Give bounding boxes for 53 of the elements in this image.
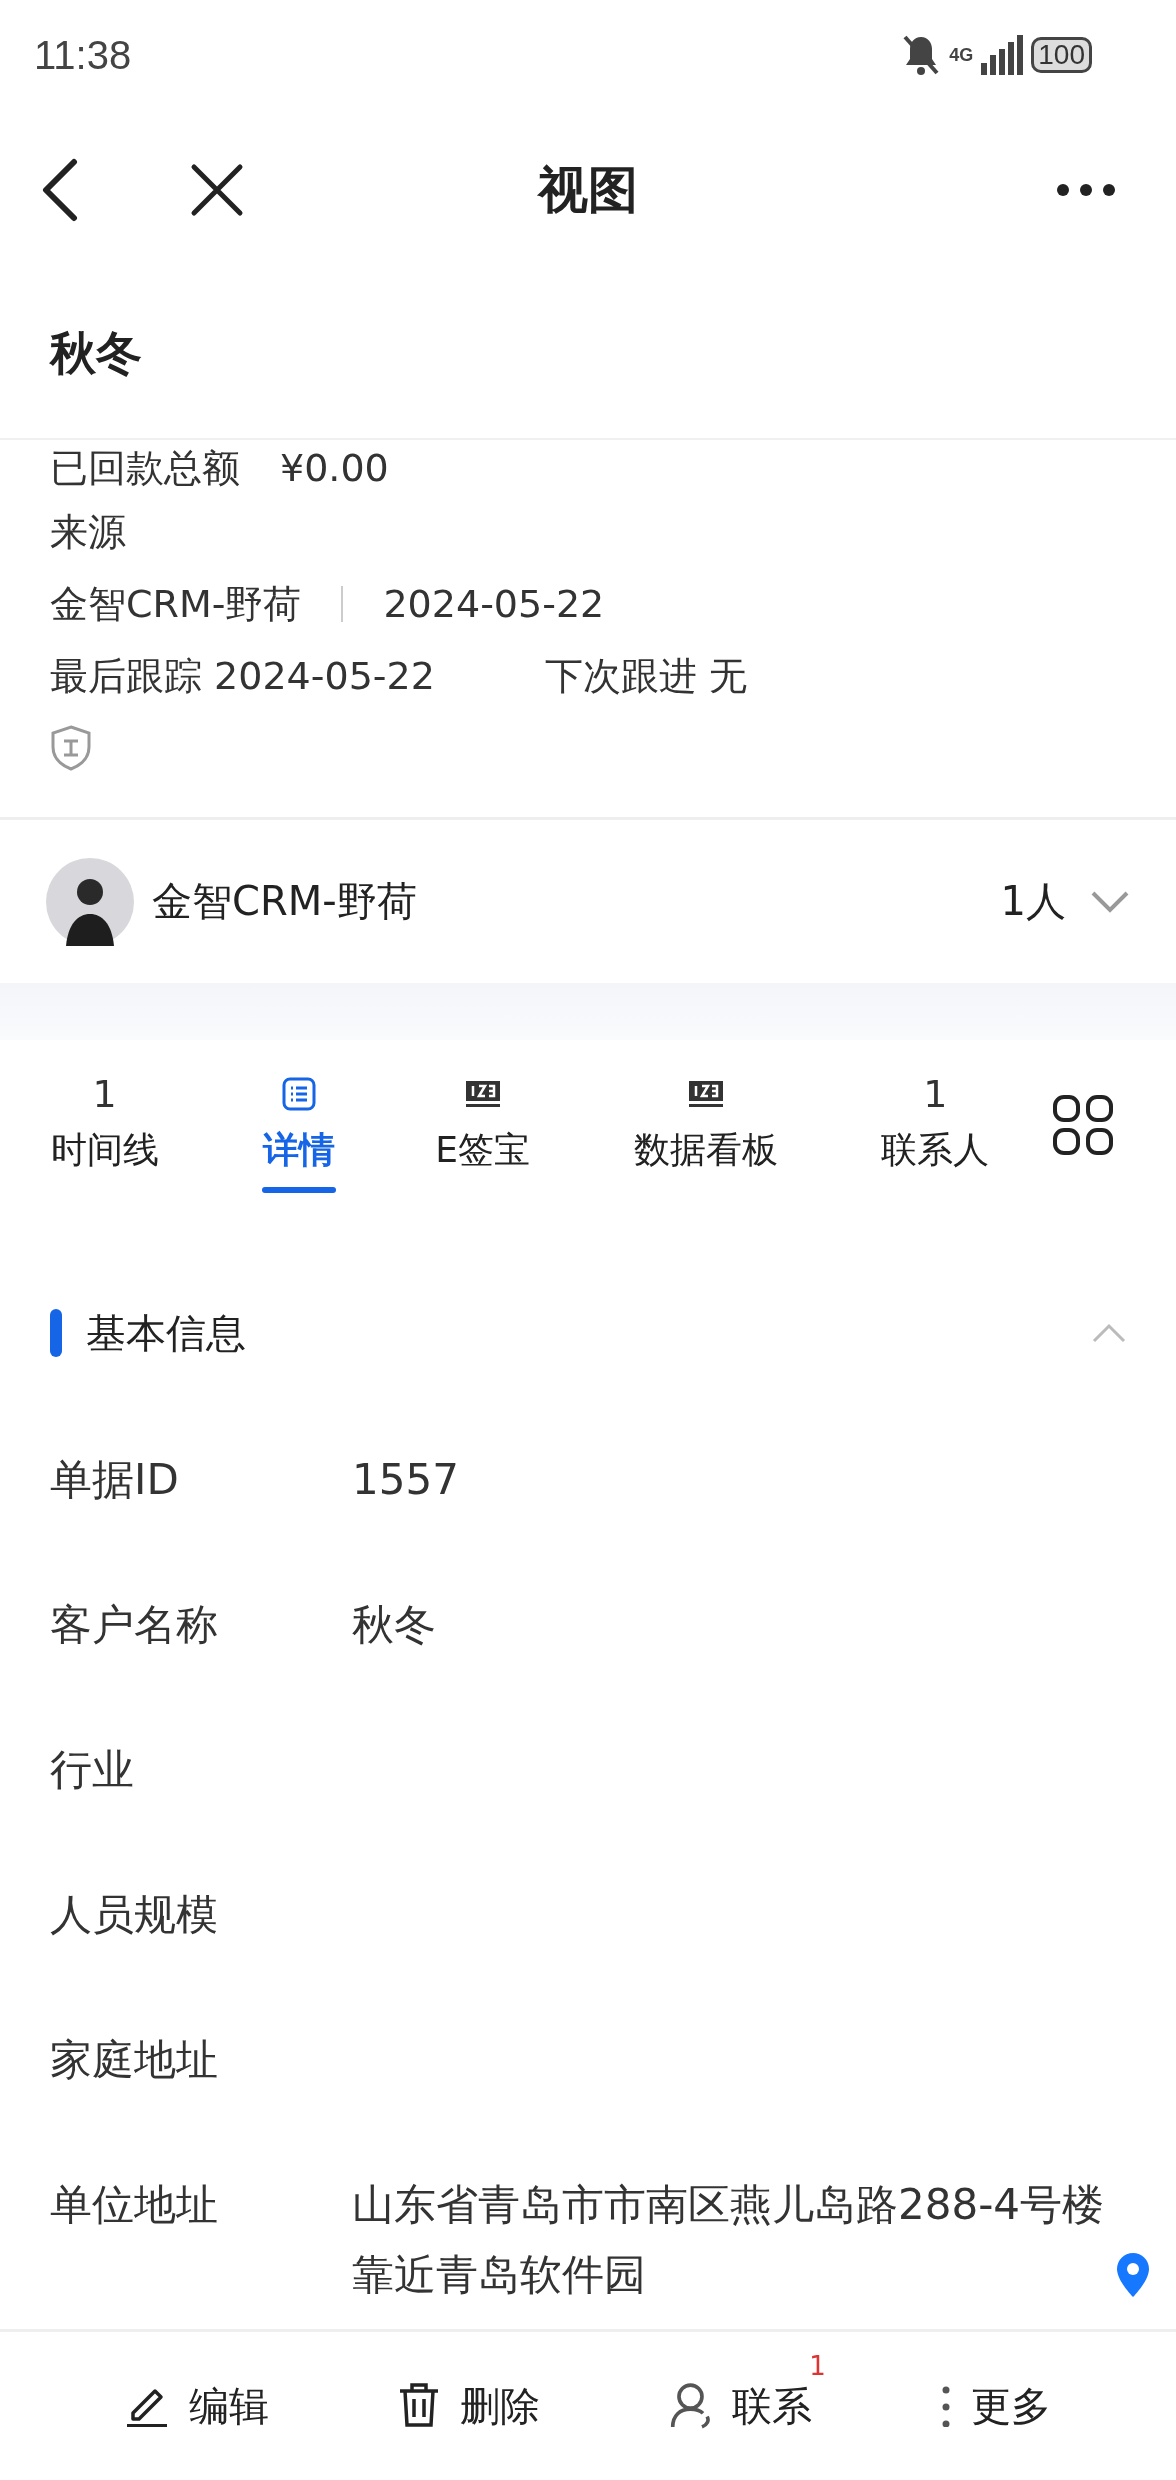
action-button[interactable]: 编辑	[124, 2378, 269, 2434]
field-value: 山东省青岛市市南区燕儿岛路288-4号楼靠近青岛软件园	[352, 2179, 1106, 2301]
more-icon	[1056, 183, 1116, 197]
board-icon	[688, 1080, 725, 1108]
network-label: 4G	[949, 46, 974, 64]
chevron-icon	[1092, 1323, 1126, 1343]
next-follow-up: 下次跟进 无	[544, 652, 747, 700]
notification-count: 1	[809, 2350, 826, 2381]
list-icon	[281, 1077, 316, 1111]
tab-count: 1	[92, 1072, 117, 1116]
tab[interactable]: 1 联系人	[880, 1040, 990, 1210]
owner-name: 金智CRM-野荷	[152, 877, 418, 926]
record-title: 秋冬	[50, 325, 142, 382]
trash-icon	[398, 2383, 441, 2429]
field-value: 1557	[352, 1454, 459, 1506]
location-pin-icon[interactable]	[1116, 2252, 1150, 2298]
field-label: 行业	[50, 1744, 135, 1796]
more-button[interactable]	[1056, 183, 1116, 197]
tab-count: 1	[923, 1072, 948, 1116]
field-label: 家庭地址	[50, 2034, 219, 2086]
field-label: 单据ID	[50, 1454, 180, 1506]
shield-icon	[50, 725, 92, 771]
section-title: 基本信息	[86, 1308, 247, 1358]
close-icon	[190, 163, 244, 217]
tab[interactable]: 数据看板	[607, 1040, 806, 1210]
source-date: 2024-05-22	[383, 582, 605, 626]
tab[interactable]: E签宝	[408, 1040, 558, 1210]
source-owner: 金智CRM-野荷	[50, 580, 302, 628]
battery-level: 100	[1031, 37, 1092, 73]
field-label: 单位地址	[50, 2179, 219, 2231]
last-follow-up: 最后跟踪 2024-05-22	[50, 652, 435, 700]
action-button[interactable]: 更多	[941, 2378, 1052, 2434]
member-count-button[interactable]: 1人	[1000, 874, 1130, 929]
back-icon	[40, 158, 80, 222]
page-title: 视图	[538, 160, 638, 219]
field-label: 客户名称	[50, 1599, 219, 1651]
section-marker	[50, 1309, 62, 1357]
tab[interactable]: 1 时间线	[30, 1040, 179, 1210]
field-label: 来源	[50, 508, 126, 556]
tab[interactable]: 详情	[224, 1040, 374, 1210]
field-value: ¥0.00	[280, 446, 389, 490]
action-button[interactable]: 删除	[398, 2378, 541, 2434]
close-button[interactable]	[190, 163, 244, 217]
field-value: 秋冬	[352, 1599, 436, 1651]
back-button[interactable]	[40, 158, 80, 222]
field-label: 人员规模	[50, 1889, 219, 1941]
field-label: 已回款总额	[50, 444, 240, 492]
more-icon	[941, 2385, 952, 2427]
signal-icon	[981, 35, 1024, 75]
board-icon	[464, 1080, 501, 1108]
status-time: 11:38	[34, 32, 132, 78]
grid-icon	[1052, 1094, 1114, 1156]
person-icon	[669, 2383, 712, 2429]
